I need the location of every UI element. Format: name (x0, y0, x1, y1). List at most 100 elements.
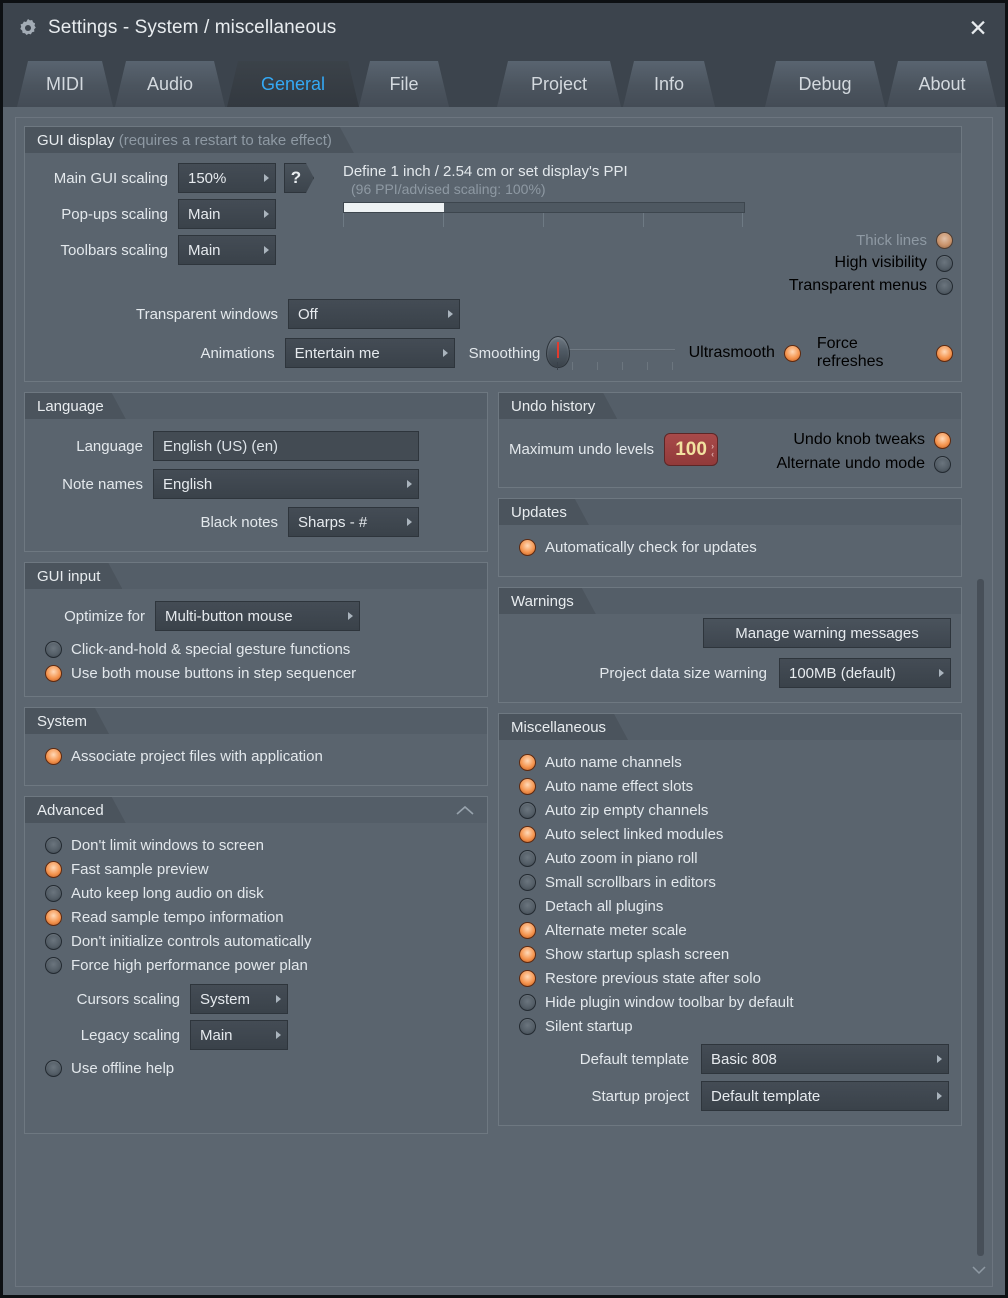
toggle-undo-knob-tweaks[interactable]: Undo knob tweaks (718, 431, 951, 449)
vertical-scrollbar[interactable] (974, 124, 986, 1256)
toggle-restore-after-solo[interactable]: Restore previous state after solo (519, 970, 951, 987)
auto-check-updates-led[interactable] (519, 539, 536, 556)
language-value[interactable]: English (US) (en) (153, 431, 419, 461)
toggle-alternate-meter-scale[interactable]: Alternate meter scale (519, 922, 951, 939)
force-refreshes-led[interactable] (936, 344, 954, 362)
tab-bar: MIDI Audio General File Project Info Deb… (3, 53, 1005, 107)
auto-name-channels-led[interactable] (519, 754, 536, 771)
small-scrollbars-led[interactable] (519, 874, 536, 891)
toggle-click-and-hold[interactable]: Click-and-hold & special gesture functio… (45, 641, 477, 658)
startup-project-combo[interactable]: Default template (701, 1081, 949, 1111)
toggle-auto-zip-empty-channels[interactable]: Auto zip empty channels (519, 802, 951, 819)
auto-keep-long-audio-led[interactable] (45, 885, 62, 902)
toggle-silent-startup[interactable]: Silent startup (519, 1018, 951, 1035)
toggle-auto-keep-long-audio[interactable]: Auto keep long audio on disk (45, 885, 477, 902)
close-icon[interactable]: ✕ (965, 15, 991, 41)
toggle-auto-check-updates[interactable]: Automatically check for updates (519, 539, 951, 556)
transparent-menus-led[interactable] (936, 277, 953, 295)
alternate-undo-mode-led[interactable] (934, 455, 951, 473)
toggle-auto-name-effect-slots[interactable]: Auto name effect slots (519, 778, 951, 795)
force-high-perf-led[interactable] (45, 957, 62, 974)
tab-file[interactable]: File (359, 61, 449, 107)
toggle-transparent-menus[interactable]: Transparent menus (343, 277, 953, 295)
right-column: Undo history Maximum undo levels 100 ›‹ (498, 392, 962, 1126)
associate-project-files-led[interactable] (45, 748, 62, 765)
toggle-alternate-undo-mode[interactable]: Alternate undo mode (718, 455, 951, 473)
help-button[interactable]: ? (284, 163, 314, 193)
toggle-thick-lines[interactable]: Thick lines (343, 232, 953, 249)
toggle-force-refreshes[interactable]: Force refreshes (817, 335, 954, 371)
tab-midi[interactable]: MIDI (17, 61, 113, 107)
toggle-hide-plugin-toolbar[interactable]: Hide plugin window toolbar by default (519, 994, 951, 1011)
toggle-auto-select-linked-modules[interactable]: Auto select linked modules (519, 826, 951, 843)
toggle-both-mouse-buttons[interactable]: Use both mouse buttons in step sequencer (45, 665, 477, 682)
legacy-scaling-combo[interactable]: Main (190, 1020, 288, 1050)
silent-startup-led[interactable] (519, 1018, 536, 1035)
tab-debug[interactable]: Debug (765, 61, 885, 107)
show-splash-led[interactable] (519, 946, 536, 963)
toggle-force-high-perf[interactable]: Force high performance power plan (45, 957, 477, 974)
project-size-warning-combo[interactable]: 100MB (default) (779, 658, 951, 688)
toggle-small-scrollbars[interactable]: Small scrollbars in editors (519, 874, 951, 891)
auto-check-updates-label: Automatically check for updates (545, 539, 757, 556)
dont-init-controls-led[interactable] (45, 933, 62, 950)
auto-zoom-piano-roll-led[interactable] (519, 850, 536, 867)
dont-limit-windows-led[interactable] (45, 837, 62, 854)
toggle-read-sample-tempo[interactable]: Read sample tempo information (45, 909, 477, 926)
popups-scaling-combo[interactable]: Main (178, 199, 276, 229)
toggle-ultrasmooth[interactable]: Ultrasmooth (689, 344, 801, 362)
smoothing-slider-handle[interactable] (546, 336, 571, 368)
settings-columns: Language Language English (US) (en) Note… (24, 392, 962, 1134)
toggle-auto-name-channels[interactable]: Auto name channels (519, 754, 951, 771)
toggle-auto-zoom-piano-roll[interactable]: Auto zoom in piano roll (519, 850, 951, 867)
ppi-ruler[interactable] (343, 202, 745, 227)
chevron-right-icon (264, 174, 269, 182)
tab-audio[interactable]: Audio (115, 61, 225, 107)
group-language: Language Language English (US) (en) Note… (24, 392, 488, 552)
toggle-detach-all-plugins[interactable]: Detach all plugins (519, 898, 951, 915)
ultrasmooth-led[interactable] (783, 344, 801, 362)
transparent-windows-combo[interactable]: Off (288, 299, 460, 329)
main-gui-scaling-combo[interactable]: 150% (178, 163, 276, 193)
detach-all-plugins-led[interactable] (519, 898, 536, 915)
high-visibility-led[interactable] (936, 254, 953, 272)
note-names-combo[interactable]: English (153, 469, 419, 499)
toggle-high-visibility[interactable]: High visibility (343, 254, 953, 272)
thick-lines-led[interactable] (936, 232, 953, 249)
tab-project[interactable]: Project (497, 61, 621, 107)
offline-help-led[interactable] (45, 1060, 62, 1077)
tab-about[interactable]: About (887, 61, 997, 107)
group-updates: Updates Automatically check for updates (498, 498, 962, 577)
restore-after-solo-led[interactable] (519, 970, 536, 987)
chevron-down-icon[interactable] (971, 1264, 987, 1278)
hide-plugin-toolbar-led[interactable] (519, 994, 536, 1011)
tab-info[interactable]: Info (623, 61, 715, 107)
undo-knob-tweaks-led[interactable] (934, 431, 951, 449)
manage-warning-messages-button[interactable]: Manage warning messages (703, 618, 951, 648)
scrollbar-thumb[interactable] (977, 579, 984, 1256)
toggle-dont-limit-windows[interactable]: Don't limit windows to screen (45, 837, 477, 854)
cursors-scaling-combo[interactable]: System (190, 984, 288, 1014)
animations-combo[interactable]: Entertain me (284, 338, 455, 368)
black-notes-combo[interactable]: Sharps - # (288, 507, 419, 537)
toggle-fast-sample-preview[interactable]: Fast sample preview (45, 861, 477, 878)
toggle-show-splash[interactable]: Show startup splash screen (519, 946, 951, 963)
auto-zip-empty-channels-led[interactable] (519, 802, 536, 819)
max-undo-levels-value[interactable]: 100 › ‹ (664, 433, 719, 466)
toggle-dont-init-controls[interactable]: Don't initialize controls automatically (45, 933, 477, 950)
both-mouse-buttons-led[interactable] (45, 665, 62, 682)
toggle-offline-help[interactable]: Use offline help (45, 1060, 477, 1077)
toolbars-scaling-combo[interactable]: Main (178, 235, 276, 265)
chevron-up-icon[interactable] (455, 801, 475, 819)
fast-sample-preview-led[interactable] (45, 861, 62, 878)
auto-select-linked-modules-led[interactable] (519, 826, 536, 843)
tab-general[interactable]: General (227, 61, 359, 107)
default-template-combo[interactable]: Basic 808 (701, 1044, 949, 1074)
click-and-hold-led[interactable] (45, 641, 62, 658)
auto-name-effect-slots-led[interactable] (519, 778, 536, 795)
optimize-for-combo[interactable]: Multi-button mouse (155, 601, 360, 631)
alternate-meter-scale-led[interactable] (519, 922, 536, 939)
read-sample-tempo-led[interactable] (45, 909, 62, 926)
smoothing-slider[interactable] (546, 336, 675, 370)
toggle-associate-project-files[interactable]: Associate project files with application (45, 748, 477, 765)
